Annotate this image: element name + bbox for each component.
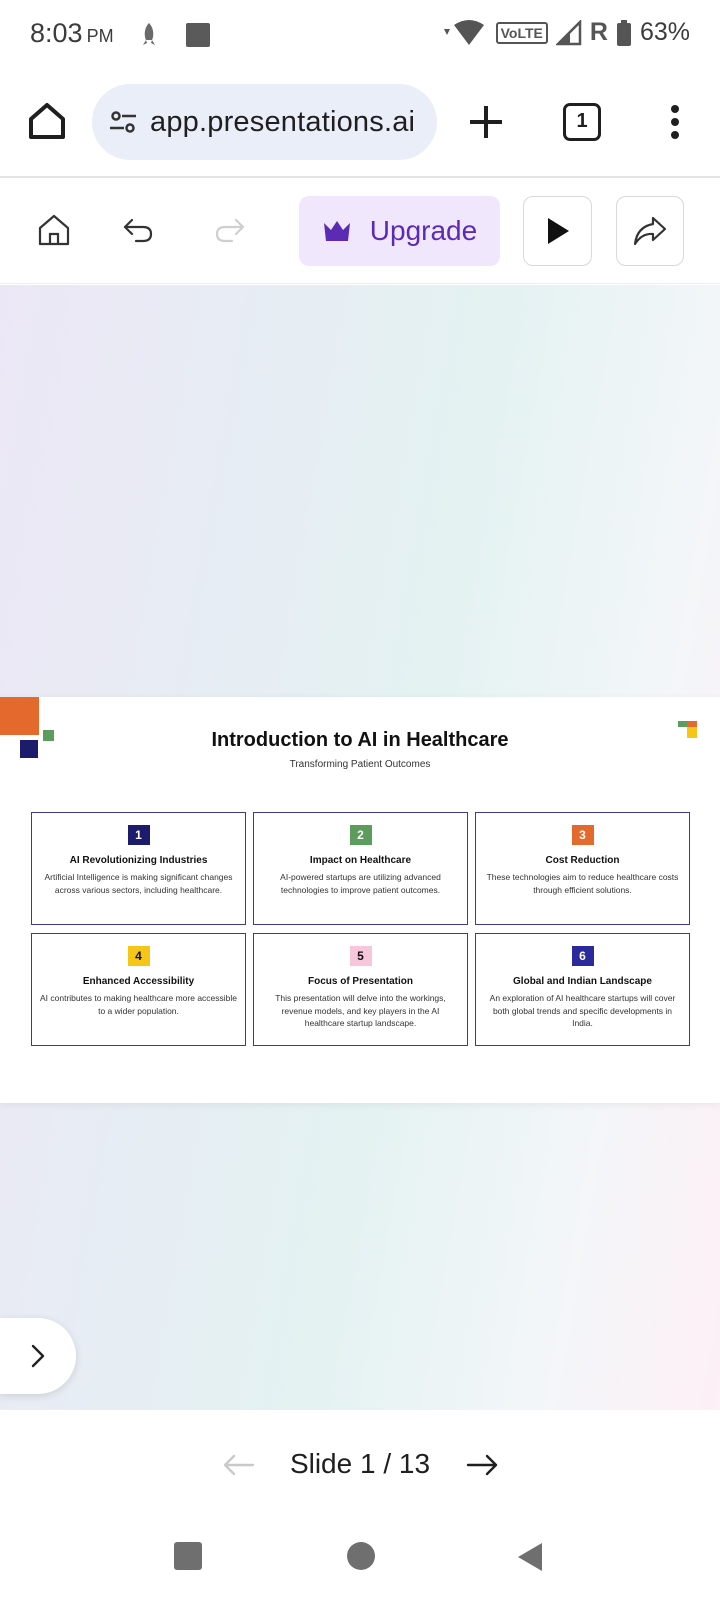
card-number-badge: 4 (127, 946, 150, 966)
upgrade-label: Upgrade (369, 215, 478, 246)
card-title: Global and Indian Landscape (513, 976, 652, 987)
slide-title[interactable]: Introduction to AI in Healthcare (0, 729, 720, 752)
back-nav-button[interactable] (516, 1542, 544, 1572)
home-icon[interactable] (34, 210, 74, 250)
volte-badge: VoLTE (495, 21, 548, 44)
home-nav-button[interactable] (347, 1542, 375, 1570)
upgrade-button[interactable]: Upgrade (299, 196, 500, 266)
card-number-badge: 2 (349, 825, 372, 845)
card-title: Focus of Presentation (307, 976, 413, 987)
content-card[interactable]: 2 Impact on Healthcare AI-powered startu… (253, 812, 468, 925)
slide-canvas[interactable]: Introduction to AI in Healthcare Transfo… (0, 285, 720, 1410)
status-time: 8:03 PM (30, 18, 114, 48)
next-slide-arrow-icon[interactable] (465, 1450, 499, 1480)
roaming-indicator: R (589, 18, 608, 46)
card-number-badge: 1 (127, 825, 150, 845)
card-number-badge: 6 (571, 946, 594, 966)
card-description: These technologies aim to reduce healthc… (486, 872, 679, 895)
battery-percent: 63% (639, 18, 690, 46)
card-description: AI contributes to making healthcare more… (40, 993, 238, 1016)
tab-switcher-button[interactable]: 1 (563, 103, 601, 141)
card-title: Impact on Healthcare (309, 855, 412, 866)
signal-icon (555, 19, 582, 45)
previous-slide-arrow-icon[interactable] (222, 1450, 256, 1480)
rocket-icon (143, 23, 155, 45)
undo-icon[interactable] (118, 210, 158, 250)
slide[interactable]: Introduction to AI in Healthcare Transfo… (0, 697, 720, 1103)
content-card[interactable]: 4 Enhanced Accessibility AI contributes … (31, 933, 246, 1046)
slide-subtitle[interactable]: Transforming Patient Outcomes (0, 759, 720, 770)
wifi-icon (443, 19, 484, 45)
decorative-square (678, 721, 687, 727)
content-card[interactable]: 3 Cost Reduction These technologies aim … (475, 812, 690, 925)
browser-home-icon[interactable] (26, 100, 68, 142)
content-card[interactable]: 1 AI Revolutionizing Industries Artifici… (31, 812, 246, 925)
battery-icon (616, 19, 631, 46)
editor-toolbar: Upgrade (0, 180, 720, 284)
url-text: app.presentations.ai (150, 105, 416, 138)
card-title: Cost Reduction (545, 855, 620, 866)
square-notification-icon (186, 23, 210, 47)
browser-toolbar: app.presentations.ai 1 (0, 72, 720, 178)
site-settings-icon[interactable] (108, 107, 138, 137)
chevron-right-icon (31, 1344, 45, 1368)
share-button[interactable] (616, 196, 684, 266)
share-icon (633, 216, 667, 246)
content-card[interactable]: 5 Focus of Presentation This presentatio… (253, 933, 468, 1046)
present-button[interactable] (523, 196, 592, 266)
card-number-badge: 5 (349, 946, 372, 966)
address-bar[interactable]: app.presentations.ai (92, 84, 437, 160)
slide-counter: Slide 1 / 13 (289, 1448, 431, 1479)
card-description: This presentation will delve into the wo… (275, 993, 446, 1028)
more-options-icon[interactable] (663, 102, 687, 142)
card-number-badge: 3 (571, 825, 594, 845)
slide-panel-toggle-button[interactable] (0, 1318, 76, 1394)
crown-icon (323, 221, 350, 241)
card-title: AI Revolutionizing Industries (69, 855, 208, 866)
play-icon (547, 218, 569, 244)
card-title: Enhanced Accessibility (82, 976, 195, 987)
status-bar: 8:03 PM VoLTE R 63% (0, 0, 720, 72)
recents-button[interactable] (174, 1542, 202, 1570)
slide-navigation: Slide 1 / 13 (0, 1410, 720, 1520)
new-tab-icon[interactable] (466, 102, 506, 142)
card-description: An exploration of AI healthcare startups… (489, 993, 676, 1028)
card-description: AI-powered startups are utilizing advanc… (280, 872, 441, 895)
system-navigation-bar (0, 1520, 720, 1600)
redo-icon[interactable] (210, 210, 250, 250)
content-card[interactable]: 6 Global and Indian Landscape An explora… (475, 933, 690, 1046)
card-description: Artificial Intelligence is making signif… (44, 872, 233, 895)
